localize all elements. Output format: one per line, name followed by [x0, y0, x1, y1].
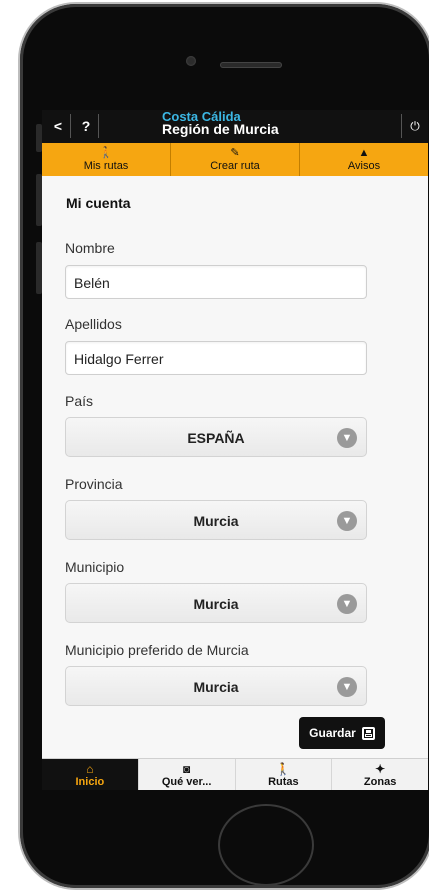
nav-inicio[interactable]: ⌂ Inicio: [42, 759, 139, 790]
power-icon: ⏻: [410, 118, 420, 133]
tab-avisos[interactable]: ▲ Avisos: [300, 143, 428, 176]
municipio-preferido-value: Murcia: [193, 679, 239, 695]
tab-label: Avisos: [347, 159, 381, 172]
nav-label: Zonas: [363, 775, 397, 788]
home-button[interactable]: [218, 804, 314, 886]
chevron-down-icon: ▼: [337, 594, 357, 614]
pais-select[interactable]: ESPAÑA ▼: [65, 417, 367, 457]
tab-label: Crear ruta: [210, 159, 260, 172]
earpiece-speaker: [220, 62, 282, 68]
municipio-value: Murcia: [193, 596, 239, 612]
help-icon: ?: [81, 118, 91, 134]
municipio-preferido-label: Municipio preferido de Murcia: [65, 642, 249, 658]
provincia-select[interactable]: Murcia ▼: [65, 500, 367, 540]
location-icon: ✦: [375, 761, 386, 776]
back-icon: <: [53, 118, 63, 134]
top-bar: < ? Costa Cálida Región de Murcia ⏻: [42, 110, 428, 143]
back-button[interactable]: <: [46, 114, 71, 138]
apellidos-input[interactable]: Hidalgo Ferrer: [65, 341, 367, 375]
provincia-label: Provincia: [65, 476, 123, 492]
pin-icon: ✎: [230, 146, 240, 159]
nav-zonas[interactable]: ✦ Zonas: [332, 759, 428, 790]
municipio-label: Municipio: [65, 559, 125, 575]
home-icon: ⌂: [86, 761, 94, 776]
top-tabs: 🚶 Mis rutas ✎ Crear ruta ▲ Avisos: [42, 143, 428, 176]
save-label: Guardar: [309, 726, 356, 740]
bottom-nav: ⌂ Inicio ◙ Qué ver... 🚶 Rutas ✦ Zonas: [42, 758, 428, 790]
tab-label: Mis rutas: [83, 159, 129, 172]
page-title: Mi cuenta: [66, 195, 131, 211]
nombre-label: Nombre: [65, 240, 115, 256]
municipio-select[interactable]: Murcia ▼: [65, 583, 367, 623]
front-camera: [186, 56, 196, 66]
provincia-value: Murcia: [193, 513, 239, 529]
chevron-down-icon: ▼: [337, 428, 357, 448]
nav-label: Rutas: [268, 775, 299, 788]
camera-icon: ◙: [183, 761, 191, 776]
floppy-disk-icon: [361, 726, 375, 740]
municipio-preferido-select[interactable]: Murcia ▼: [65, 666, 367, 706]
hiker-icon: 🚶: [99, 146, 113, 159]
warning-icon: ▲: [358, 146, 370, 159]
tab-crear-ruta[interactable]: ✎ Crear ruta: [171, 143, 300, 176]
save-button[interactable]: Guardar: [299, 717, 385, 749]
nav-label: Inicio: [75, 775, 105, 788]
power-button[interactable]: ⏻: [401, 114, 428, 138]
hiker-icon: 🚶: [275, 761, 291, 776]
nav-label: Qué ver...: [161, 775, 212, 788]
nav-que-ver[interactable]: ◙ Qué ver...: [139, 759, 236, 790]
nav-rutas[interactable]: 🚶 Rutas: [236, 759, 333, 790]
pais-value: ESPAÑA: [187, 430, 245, 446]
nombre-input[interactable]: Belén: [65, 265, 367, 299]
brand-logo: Costa Cálida Región de Murcia: [162, 110, 372, 136]
app-screen: < ? Costa Cálida Región de Murcia ⏻ 🚶 Mi…: [42, 110, 428, 790]
apellidos-label: Apellidos: [65, 316, 122, 332]
pais-label: País: [65, 393, 94, 409]
chevron-down-icon: ▼: [337, 511, 357, 531]
tab-mis-rutas[interactable]: 🚶 Mis rutas: [42, 143, 171, 176]
chevron-down-icon: ▼: [337, 677, 357, 697]
brand-line-2: Región de Murcia: [162, 121, 279, 137]
help-button[interactable]: ?: [74, 114, 99, 138]
